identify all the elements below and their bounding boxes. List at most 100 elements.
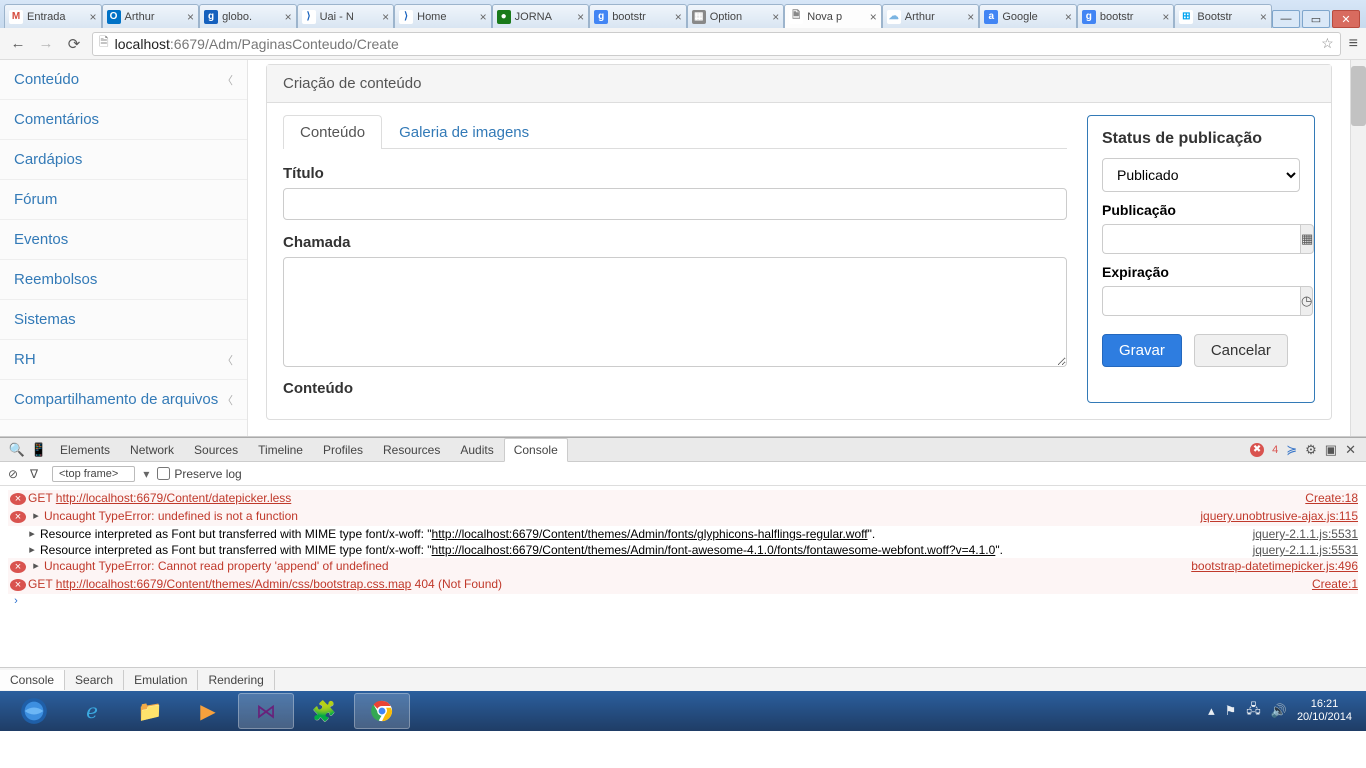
window-minimize-button[interactable]: — bbox=[1272, 10, 1300, 28]
tab-gallery[interactable]: Galeria de imagens bbox=[382, 115, 546, 149]
cancel-button[interactable]: Cancelar bbox=[1194, 334, 1288, 367]
dt-tab-sources[interactable]: Sources bbox=[184, 438, 248, 462]
browser-tab[interactable]: MEntrada× bbox=[4, 4, 102, 28]
sidebar-item[interactable]: Cardápios bbox=[0, 140, 247, 180]
dt-tab-elements[interactable]: Elements bbox=[50, 438, 120, 462]
drawer-tab-rendering[interactable]: Rendering bbox=[198, 670, 274, 690]
show-drawer-icon[interactable]: ≽ bbox=[1286, 442, 1297, 458]
clock-icon[interactable]: ◷ bbox=[1300, 286, 1313, 316]
page-vertical-scrollbar[interactable] bbox=[1350, 60, 1366, 436]
window-close-button[interactable]: ✕ bbox=[1332, 10, 1360, 28]
tab-close-icon[interactable]: × bbox=[187, 10, 194, 24]
reload-button[interactable]: ⟳ bbox=[64, 35, 84, 53]
publication-date-input[interactable] bbox=[1102, 224, 1300, 254]
taskbar-chrome[interactable] bbox=[354, 693, 410, 729]
sidebar-item[interactable]: RH〈 bbox=[0, 340, 247, 380]
tab-close-icon[interactable]: × bbox=[577, 10, 584, 24]
sidebar-item[interactable]: Reembolsos bbox=[0, 260, 247, 300]
sidebar-item[interactable]: Sistemas bbox=[0, 300, 247, 340]
drawer-tab-console[interactable]: Console bbox=[0, 670, 65, 690]
console-prompt[interactable]: › bbox=[8, 594, 1358, 608]
tab-close-icon[interactable]: × bbox=[870, 10, 877, 24]
dt-tab-profiles[interactable]: Profiles bbox=[313, 438, 373, 462]
tray-volume-icon[interactable]: 🔊 bbox=[1271, 703, 1287, 719]
expiration-date-input[interactable] bbox=[1102, 286, 1300, 316]
tab-close-icon[interactable]: × bbox=[675, 10, 682, 24]
sidebar-item[interactable]: Compartilhamento de arquivos〈 bbox=[0, 380, 247, 420]
sidebar-item[interactable]: Comentários bbox=[0, 100, 247, 140]
expand-arrow-icon[interactable]: ▸ bbox=[28, 509, 44, 522]
taskbar-app[interactable]: 🧩 bbox=[296, 693, 352, 729]
device-icon[interactable]: 📱 bbox=[28, 442, 50, 458]
dt-tab-resources[interactable]: Resources bbox=[373, 438, 450, 462]
log-source-link[interactable]: Create:18 bbox=[1293, 491, 1358, 505]
tray-network-icon[interactable]: 🖧 bbox=[1246, 700, 1261, 722]
browser-tab[interactable]: ⊞Bootstr× bbox=[1174, 4, 1272, 28]
browser-tab[interactable]: aGoogle× bbox=[979, 4, 1077, 28]
browser-tab[interactable]: gbootstr× bbox=[1077, 4, 1175, 28]
dt-tab-console[interactable]: Console bbox=[504, 438, 568, 462]
preserve-log-input[interactable] bbox=[157, 467, 170, 480]
taskbar-ie[interactable]: ℯ bbox=[64, 693, 120, 729]
call-textarea[interactable] bbox=[283, 257, 1067, 367]
browser-tab[interactable]: OArthur× bbox=[102, 4, 200, 28]
forward-button[interactable]: → bbox=[36, 35, 56, 52]
chrome-menu-button[interactable]: ≡ bbox=[1349, 35, 1358, 53]
tab-close-icon[interactable]: × bbox=[480, 10, 487, 24]
tab-close-icon[interactable]: × bbox=[285, 10, 292, 24]
tab-close-icon[interactable]: × bbox=[772, 10, 779, 24]
log-source-link[interactable]: jquery.unobtrusive-ajax.js:115 bbox=[1188, 509, 1358, 523]
title-input[interactable] bbox=[283, 188, 1067, 220]
sidebar-item[interactable]: Fórum bbox=[0, 180, 247, 220]
dock-icon[interactable]: ▣ bbox=[1325, 442, 1337, 458]
log-source-link[interactable]: Create:1 bbox=[1300, 577, 1358, 591]
settings-icon[interactable]: ⚙ bbox=[1305, 442, 1317, 458]
browser-tab[interactable]: 🗎Nova p× bbox=[784, 4, 882, 28]
browser-tab[interactable]: gbootstr× bbox=[589, 4, 687, 28]
taskbar-clock[interactable]: 16:21 20/10/2014 bbox=[1297, 698, 1352, 724]
tab-content[interactable]: Conteúdo bbox=[283, 115, 382, 149]
close-devtools-icon[interactable]: ✕ bbox=[1345, 442, 1356, 458]
browser-tab[interactable]: ⟩Uai - N× bbox=[297, 4, 395, 28]
taskbar-media[interactable]: ▶ bbox=[180, 693, 236, 729]
drawer-tab-emulation[interactable]: Emulation bbox=[124, 670, 198, 690]
log-source-link[interactable]: jquery-2.1.1.js:5531 bbox=[1241, 527, 1358, 541]
save-button[interactable]: Gravar bbox=[1102, 334, 1182, 367]
publish-status-select[interactable]: Publicado bbox=[1102, 158, 1300, 192]
frame-select[interactable]: <top frame> bbox=[52, 466, 135, 482]
log-source-link[interactable]: bootstrap-datetimepicker.js:496 bbox=[1179, 559, 1358, 573]
sidebar-item[interactable]: Eventos bbox=[0, 220, 247, 260]
filter-icon[interactable]: ∇ bbox=[30, 467, 44, 481]
expand-arrow-icon[interactable]: ▸ bbox=[24, 543, 40, 556]
tab-close-icon[interactable]: × bbox=[1162, 10, 1169, 24]
tab-close-icon[interactable]: × bbox=[1260, 10, 1267, 24]
bookmark-star-icon[interactable]: ☆ bbox=[1321, 35, 1334, 52]
tab-close-icon[interactable]: × bbox=[1065, 10, 1072, 24]
expand-arrow-icon[interactable]: ▸ bbox=[28, 559, 44, 572]
taskbar-explorer[interactable]: 📁 bbox=[122, 693, 178, 729]
tray-show-hidden-icon[interactable]: ▴ bbox=[1208, 703, 1215, 719]
back-button[interactable]: ← bbox=[8, 35, 28, 52]
log-source-link[interactable]: jquery-2.1.1.js:5531 bbox=[1241, 543, 1358, 557]
tray-flag-icon[interactable]: ⚑ bbox=[1225, 703, 1237, 719]
tab-close-icon[interactable]: × bbox=[382, 10, 389, 24]
browser-tab[interactable]: ▦Option× bbox=[687, 4, 785, 28]
clear-console-icon[interactable]: ⊘ bbox=[8, 467, 22, 481]
tab-close-icon[interactable]: × bbox=[967, 10, 974, 24]
start-button[interactable] bbox=[6, 693, 62, 729]
browser-tab[interactable]: ☁Arthur× bbox=[882, 4, 980, 28]
dt-tab-audits[interactable]: Audits bbox=[450, 438, 503, 462]
sidebar-item[interactable]: Conteúdo〈 bbox=[0, 60, 247, 100]
console-output[interactable]: ×GET http://localhost:6679/Content/datep… bbox=[0, 486, 1366, 667]
window-maximize-button[interactable]: ▭ bbox=[1302, 10, 1330, 28]
dt-tab-network[interactable]: Network bbox=[120, 438, 184, 462]
browser-tab[interactable]: gglobo.× bbox=[199, 4, 297, 28]
browser-tab[interactable]: ●JORNA× bbox=[492, 4, 590, 28]
error-count-badge[interactable]: ✖ bbox=[1250, 443, 1264, 457]
taskbar-vs[interactable]: ⋈ bbox=[238, 693, 294, 729]
inspect-icon[interactable]: 🔍 bbox=[6, 442, 28, 458]
browser-tab[interactable]: ⟩Home× bbox=[394, 4, 492, 28]
expand-arrow-icon[interactable]: ▸ bbox=[24, 527, 40, 540]
address-bar[interactable]: 🗎 localhost:6679/Adm/PaginasConteudo/Cre… bbox=[92, 32, 1341, 56]
calendar-icon[interactable]: ▦ bbox=[1300, 224, 1314, 254]
